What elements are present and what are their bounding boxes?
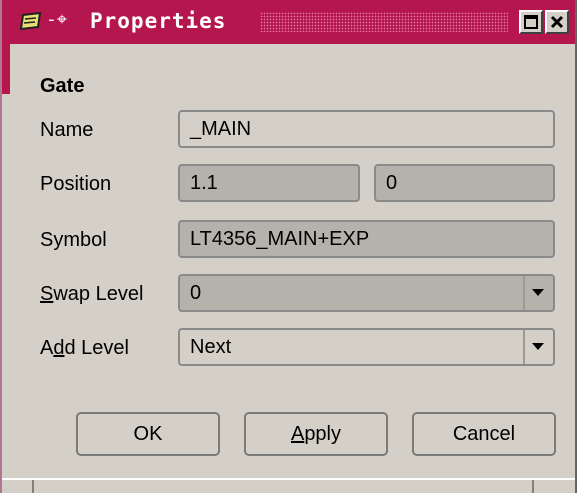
window-border-accent [2, 44, 10, 94]
position-y-field[interactable]: 0 [374, 164, 555, 202]
close-button[interactable] [545, 10, 569, 34]
add-level-value: Next [190, 336, 232, 358]
add-level-label-pre: A [40, 337, 54, 359]
window-bottom-frame [2, 478, 575, 493]
apply-mnemonic: A [290, 423, 305, 445]
window-menu-icon[interactable] [20, 11, 42, 31]
add-level-dropdown-button[interactable] [523, 330, 553, 364]
add-level-select[interactable]: Next [178, 328, 555, 366]
section-title-gate: Gate [40, 75, 85, 97]
window-title: Properties [90, 9, 227, 33]
symbol-field[interactable]: LT4356_MAIN+EXP [178, 220, 555, 258]
chevron-down-icon [532, 343, 544, 350]
swap-level-dropdown-button[interactable] [523, 276, 553, 310]
swap-level-label: Swap Level [40, 282, 143, 306]
maximize-icon [524, 15, 538, 29]
title-stipple [260, 12, 508, 32]
cancel-button[interactable]: Cancel [412, 412, 556, 456]
swap-level-mnemonic: S [40, 283, 54, 305]
add-level-mnemonic: d [53, 337, 65, 359]
maximize-button[interactable] [519, 10, 543, 34]
add-level-label-rest: d Level [64, 337, 129, 359]
pin-icon[interactable]: -⌖ [46, 9, 67, 31]
swap-level-label-rest: wap Level [53, 283, 144, 305]
bottom-frame-divider [532, 480, 534, 493]
ok-button[interactable]: OK [76, 412, 220, 456]
close-icon [550, 15, 564, 29]
swap-level-select[interactable]: 0 [178, 274, 555, 312]
bottom-frame-segment [2, 480, 34, 493]
name-field[interactable]: _MAIN [178, 110, 555, 148]
add-level-label: Add Level [40, 336, 129, 360]
position-x-field[interactable]: 1.1 [178, 164, 360, 202]
swap-level-value: 0 [190, 282, 202, 304]
symbol-label: Symbol [40, 229, 107, 251]
properties-dialog: -⌖ Properties Gate Name _MAIN Position 1… [0, 0, 577, 493]
name-label: Name [40, 119, 94, 141]
apply-button[interactable]: Apply [244, 412, 388, 456]
title-bar[interactable]: -⌖ Properties [2, 0, 575, 44]
apply-label-rest: pply [304, 423, 342, 445]
chevron-down-icon [532, 289, 544, 296]
position-label: Position [40, 173, 112, 195]
